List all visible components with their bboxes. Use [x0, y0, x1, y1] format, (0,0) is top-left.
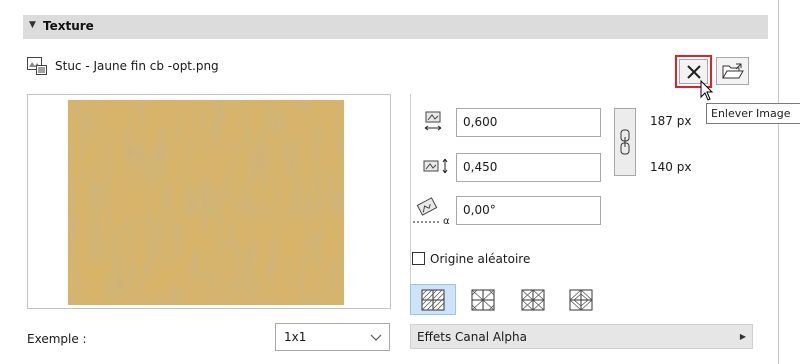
texture-angle-field[interactable]: 0,00°: [456, 196, 601, 225]
close-icon: [686, 64, 701, 79]
tile-pattern-3-icon: [521, 289, 545, 310]
height-px-label: 140 px: [650, 160, 692, 174]
texture-image: [68, 100, 344, 305]
collapse-triangle-icon[interactable]: ▼: [29, 20, 36, 30]
texture-height-field[interactable]: 0,450: [456, 153, 601, 182]
mouse-cursor-icon: [700, 80, 714, 101]
tile-pattern-1-button[interactable]: [410, 284, 456, 315]
expand-arrow-icon: ▶: [739, 332, 746, 341]
chain-link-icon: [620, 129, 630, 155]
tile-pattern-3-button[interactable]: [510, 284, 556, 315]
random-origin-label[interactable]: Origine aléatoire: [430, 252, 530, 266]
tile-pattern-4-button[interactable]: [558, 284, 604, 315]
tile-pattern-1-icon: [421, 289, 445, 310]
random-origin-checkbox[interactable]: [412, 252, 425, 265]
panel-border: [778, 0, 779, 364]
example-select-value: 1x1: [284, 330, 307, 344]
tooltip: Enlever Image: [706, 103, 800, 124]
tile-pattern-2-icon: [471, 289, 495, 310]
texture-section-header[interactable]: ▼ Texture: [23, 15, 768, 39]
tile-pattern-2-button[interactable]: [460, 284, 506, 315]
example-select[interactable]: 1x1: [275, 323, 390, 351]
folder-open-icon: [721, 63, 744, 79]
load-image-button[interactable]: [716, 57, 749, 85]
tile-pattern-4-icon: [569, 288, 593, 311]
texture-preview: [27, 94, 391, 309]
svg-text:α: α: [443, 216, 450, 226]
alpha-effects-label: Effets Canal Alpha: [417, 330, 527, 344]
chevron-down-icon: [370, 334, 382, 341]
texture-file-icon: [27, 57, 47, 75]
texture-file-name: Stuc - Jaune fin cb -opt.png: [55, 59, 219, 73]
link-proportions-button[interactable]: [614, 108, 636, 176]
width-icon: [424, 111, 442, 131]
width-px-label: 187 px: [650, 114, 692, 128]
angle-icon: α: [413, 197, 450, 226]
alpha-effects-expander[interactable]: Effets Canal Alpha ▶: [410, 324, 753, 349]
section-title: Texture: [43, 19, 94, 33]
height-icon: [423, 158, 448, 174]
example-label: Exemple :: [27, 332, 87, 346]
texture-width-field[interactable]: 0,600: [456, 108, 601, 137]
